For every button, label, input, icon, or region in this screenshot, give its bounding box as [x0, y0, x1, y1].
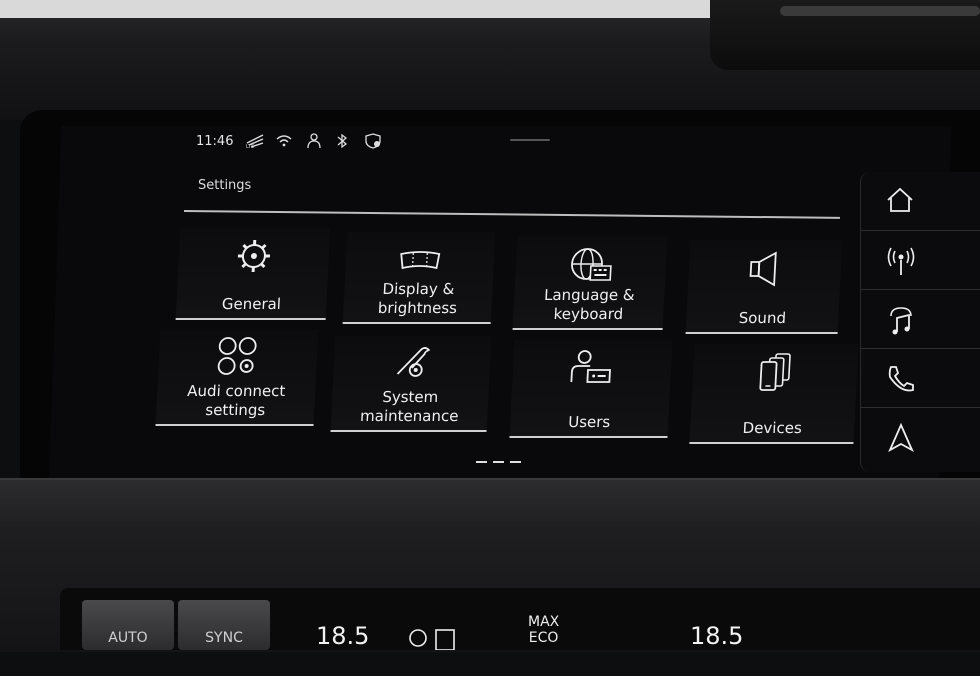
- page-dot[interactable]: [476, 461, 487, 463]
- lte-signal-icon: LTE: [245, 133, 263, 149]
- display-icon: [396, 246, 444, 276]
- page-indicator[interactable]: [476, 461, 521, 463]
- media-icon: [885, 304, 917, 336]
- user-profile-icon: [305, 133, 323, 149]
- clock: 11:46: [196, 134, 233, 149]
- tile-label: Language & keyboard: [513, 286, 665, 324]
- phone-icon: [885, 363, 917, 395]
- tile-devices[interactable]: Devices: [689, 344, 858, 444]
- side-navigation: [860, 172, 980, 472]
- vent-slat: [780, 6, 980, 16]
- tile-general[interactable]: General: [176, 228, 331, 320]
- fan-icon: [408, 626, 458, 650]
- wifi-icon: [275, 133, 293, 149]
- gear-icon: [233, 236, 275, 276]
- phone-button[interactable]: [861, 349, 980, 408]
- tile-label: Devices: [690, 419, 855, 438]
- speaker-icon: [744, 250, 786, 288]
- tile-sound[interactable]: Sound: [686, 240, 843, 334]
- air-vent: [710, 0, 980, 70]
- bluetooth-icon: [335, 133, 353, 149]
- tile-label: Users: [510, 413, 669, 432]
- navigation-icon: [885, 422, 917, 454]
- svg-text:LTE: LTE: [246, 144, 254, 149]
- tile-display[interactable]: Display & brightness: [343, 232, 496, 324]
- users-icon: [569, 348, 615, 388]
- radio-icon: [885, 245, 917, 277]
- home-button[interactable]: [861, 172, 980, 231]
- globe-keyboard-icon: [568, 246, 614, 284]
- radio-button[interactable]: [861, 231, 980, 290]
- temperature-left: 18.5: [316, 622, 369, 650]
- tile-language[interactable]: Language & keyboard: [513, 236, 668, 330]
- auto-climate-button[interactable]: AUTO: [82, 600, 174, 650]
- home-icon: [885, 186, 915, 214]
- tile-label: Sound: [686, 309, 839, 328]
- max-label: MAX: [528, 614, 559, 630]
- navigation-button[interactable]: [861, 408, 980, 467]
- media-button[interactable]: [861, 290, 980, 349]
- wrench-gear-icon: [389, 342, 435, 382]
- privacy-shield-icon: [365, 133, 383, 149]
- tile-label: General: [176, 295, 327, 314]
- status-bar: 11:46 LTE: [196, 131, 383, 151]
- page-dot[interactable]: [493, 461, 504, 463]
- max-eco-indicator[interactable]: MAX ECO: [528, 614, 559, 646]
- tile-audi-connect[interactable]: Audi connect settings: [155, 330, 318, 426]
- tile-system-maintenance[interactable]: System maintenance: [330, 336, 491, 432]
- tile-label: Audi connect settings: [156, 382, 316, 420]
- tile-label: Display & brightness: [343, 280, 493, 318]
- eco-label: ECO: [528, 630, 559, 646]
- page-dot[interactable]: [510, 461, 521, 463]
- windshield-glare: [0, 0, 720, 18]
- temperature-right: 18.5: [690, 622, 743, 650]
- tile-users[interactable]: Users: [509, 340, 672, 438]
- devices-icon: [754, 350, 796, 392]
- tile-label: System maintenance: [331, 388, 489, 426]
- notification-handle[interactable]: [510, 139, 550, 141]
- sync-button[interactable]: SYNC: [178, 600, 270, 650]
- page-title: Settings: [198, 178, 251, 193]
- connect-gears-icon: [214, 336, 262, 378]
